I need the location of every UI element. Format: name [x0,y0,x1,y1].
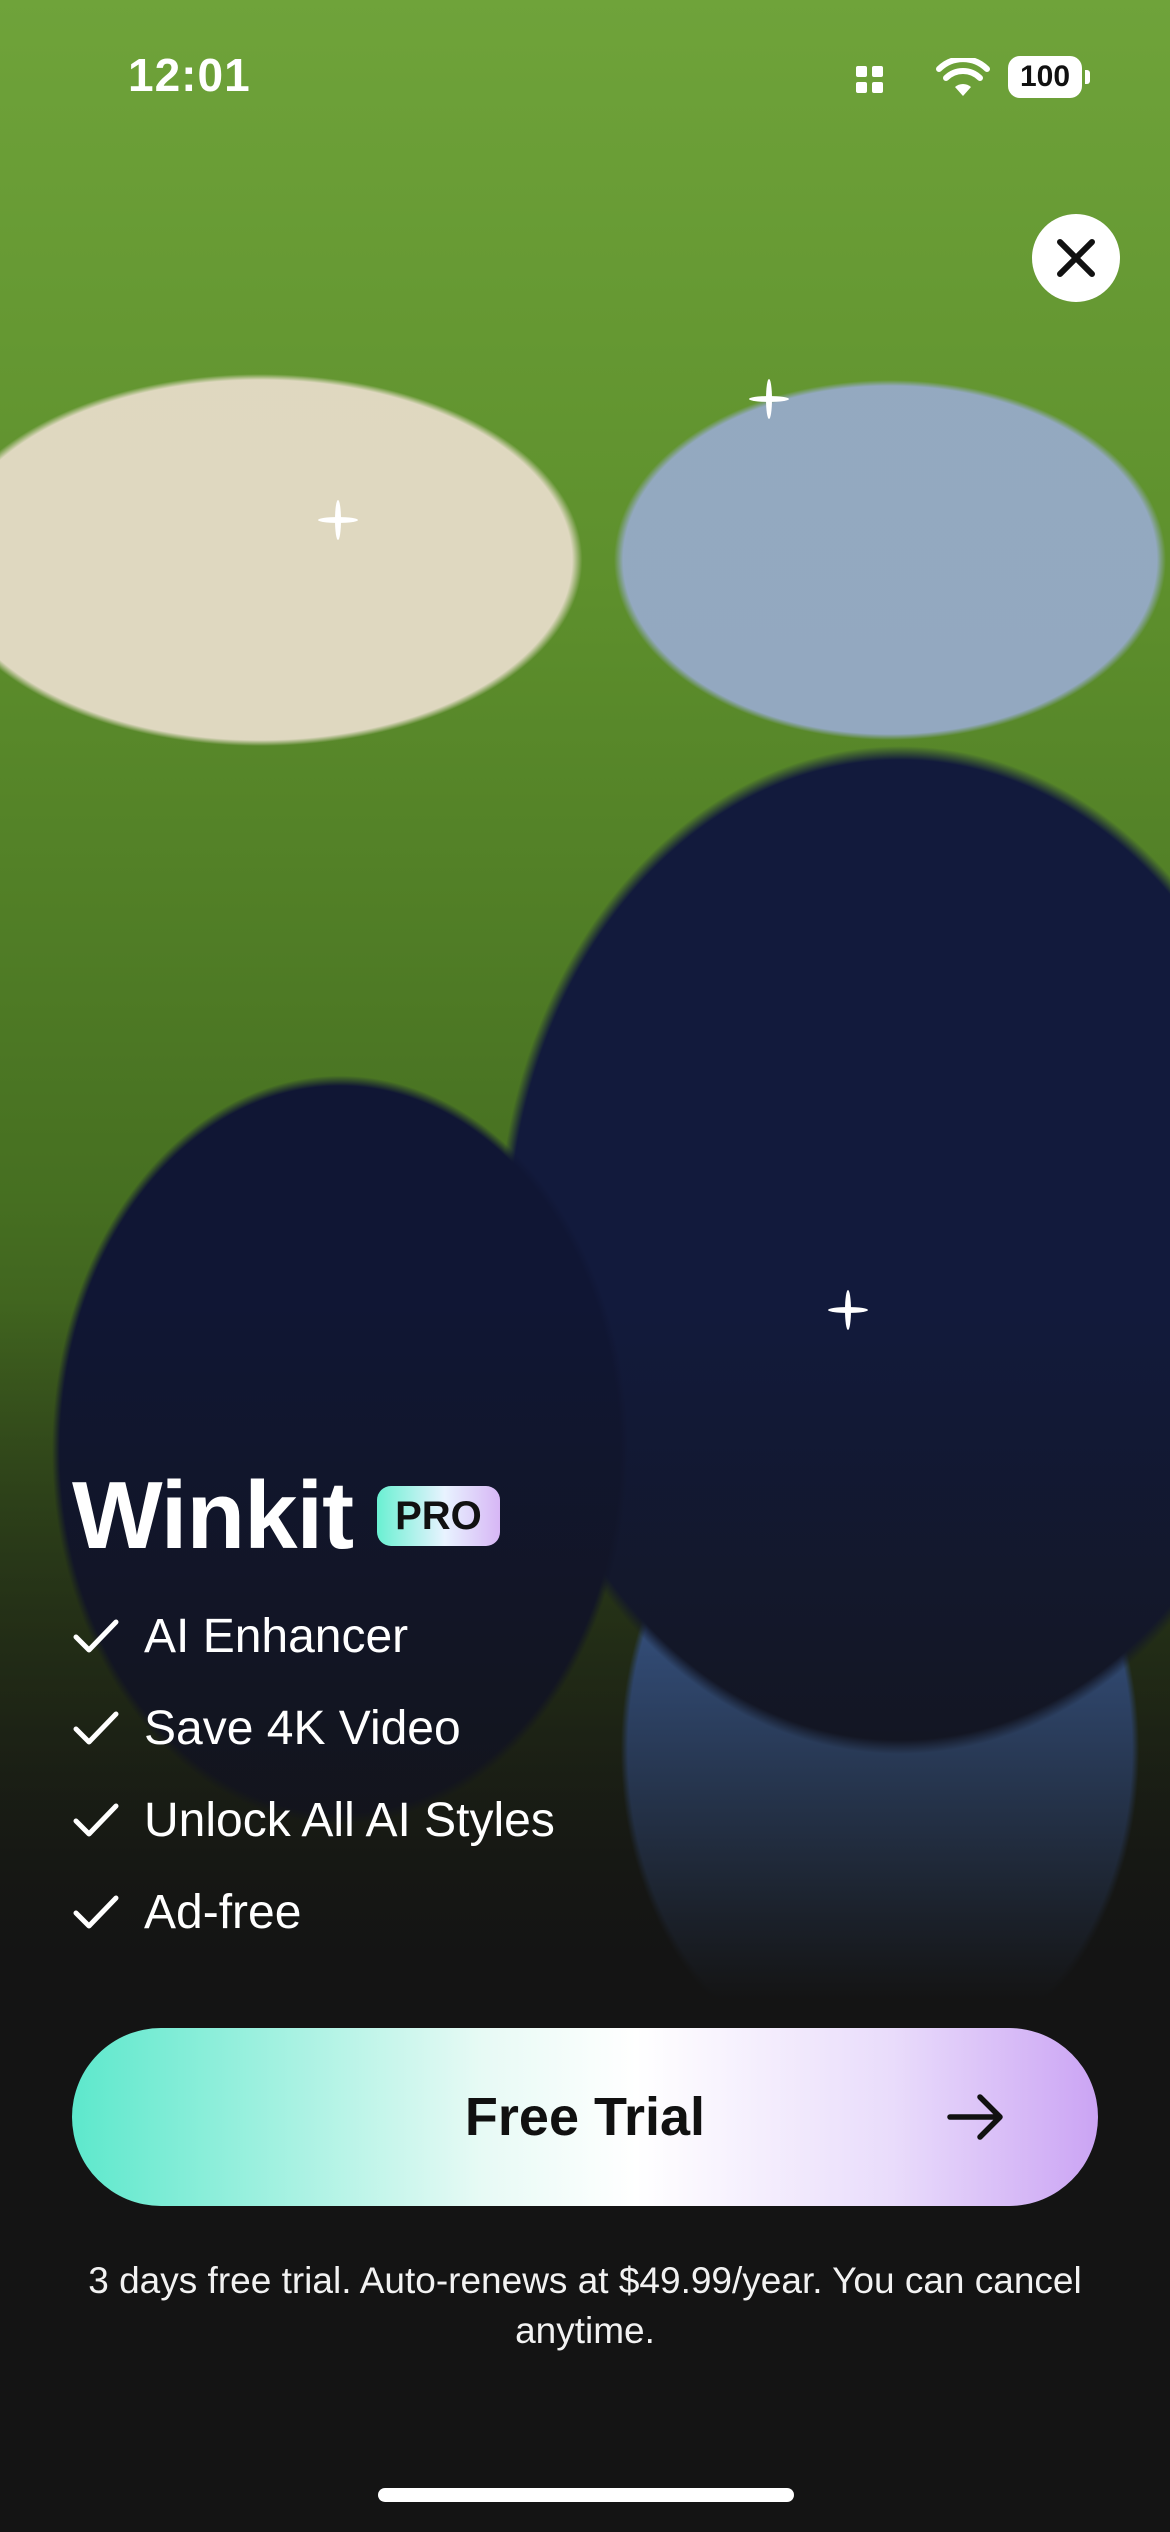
close-button[interactable] [1032,214,1120,302]
feature-label: Ad-free [144,1885,302,1939]
arrow-right-icon [947,2094,1003,2140]
free-trial-label: Free Trial [464,2087,706,2147]
close-icon [1057,239,1095,277]
signal-icon [856,66,886,96]
status-time: 12:01 [128,49,251,101]
feature-label: Save 4K Video [144,1701,461,1755]
brand-header: Winkit PRO [72,1468,500,1564]
sparkle-icon [828,1290,868,1330]
feature-item: Ad-free [72,1866,555,1958]
check-icon [73,1803,119,1837]
battery-icon: 100 [1008,56,1090,98]
feature-list: AI Enhancer Save 4K Video Unlock All AI … [72,1590,555,1958]
pro-badge: PRO [377,1486,500,1546]
check-icon [73,1711,119,1745]
home-indicator[interactable] [378,2488,794,2502]
sparkle-icon [318,500,358,540]
status-bar: 12:01 100 [0,0,1170,150]
feature-item: Unlock All AI Styles [72,1774,555,1866]
free-trial-button[interactable]: Free Trial [72,2028,1098,2206]
trial-disclaimer: 3 days free trial. Auto-renews at $49.99… [88,2260,1082,2351]
feature-item: Save 4K Video [72,1682,555,1774]
feature-item: AI Enhancer [72,1590,555,1682]
feature-label: Unlock All AI Styles [144,1793,555,1847]
feature-label: AI Enhancer [144,1609,409,1663]
wifi-icon [936,58,990,96]
check-icon [73,1619,119,1653]
sparkle-icon [760,390,778,408]
check-icon [73,1895,119,1929]
app-title: Winkit [72,1462,354,1569]
